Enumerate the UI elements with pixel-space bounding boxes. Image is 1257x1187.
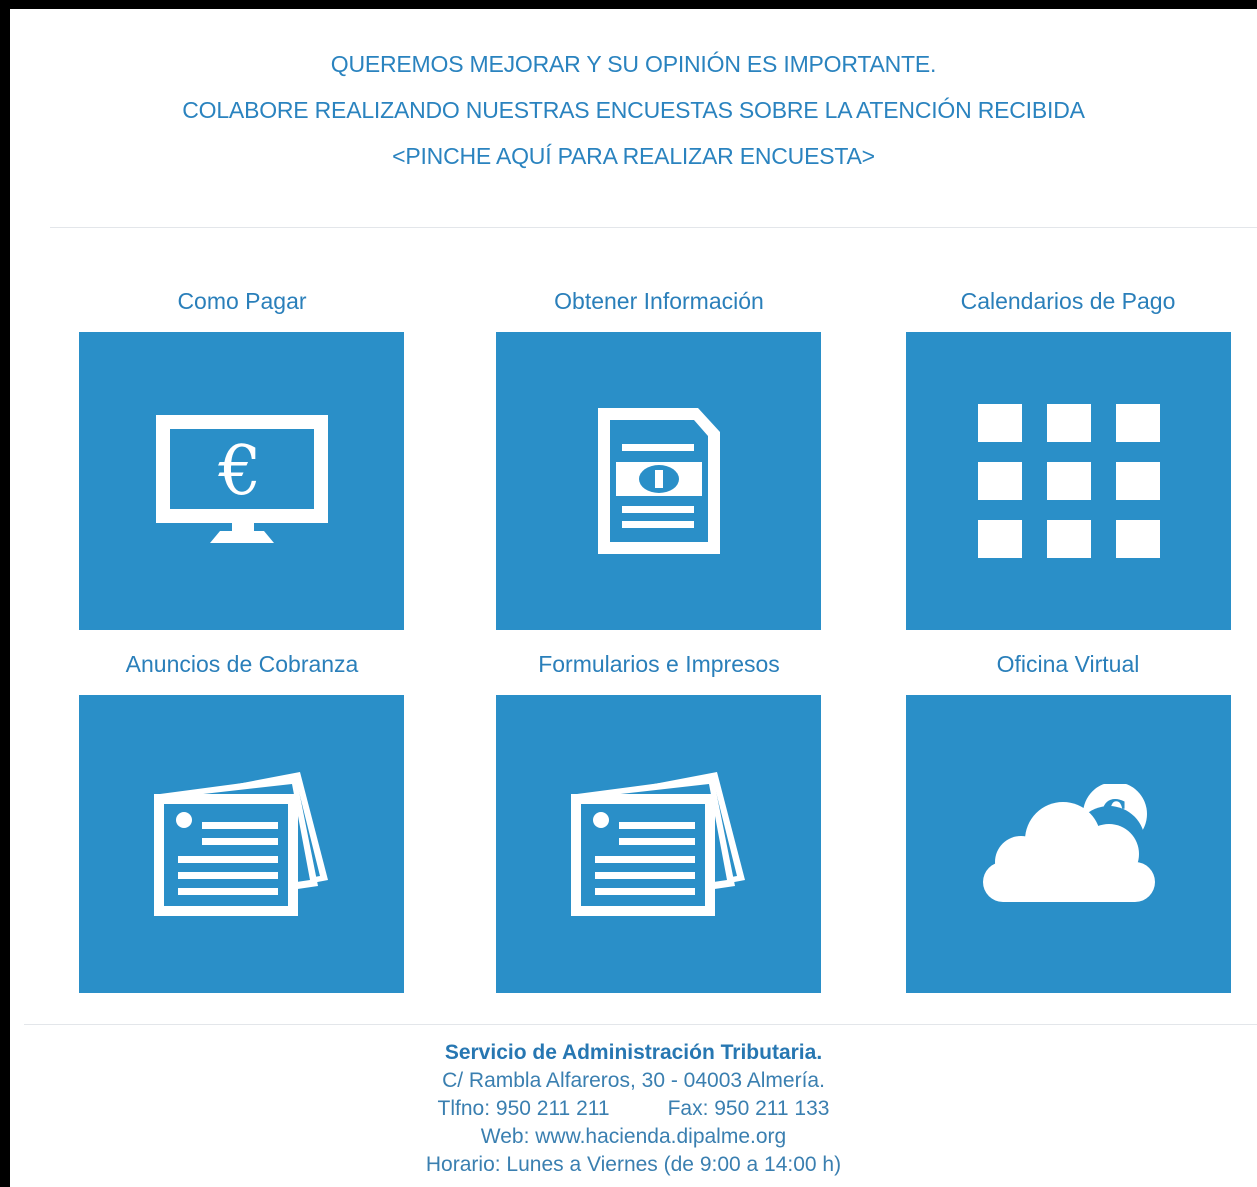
tile-formularios[interactable] [496, 695, 821, 993]
survey-link[interactable]: <PINCHE AQUÍ PARA REALIZAR ENCUESTA> [10, 143, 1257, 170]
tile-obtener-informacion[interactable] [496, 332, 821, 630]
tile-label-formularios: Formularios e Impresos [538, 651, 780, 677]
calendar-grid-icon [977, 404, 1160, 558]
tile-calendarios[interactable] [906, 332, 1231, 630]
org-name: Servicio de Administración Tributaria. [444, 1041, 823, 1064]
document-coin-icon [597, 408, 720, 554]
cloud-euro-icon: € [982, 784, 1155, 902]
monitor-euro-icon: € [155, 415, 328, 543]
page-frame: QUEREMOS MEJORAR Y SU OPINIÓN ES IMPORTA… [10, 9, 1257, 1187]
fax: Fax: 950 211 133 [667, 1097, 830, 1120]
phone: Tlfno: 950 211 211 [437, 1097, 610, 1120]
tile-oficina-virtual[interactable]: € [906, 695, 1231, 993]
tile-label-obtener-informacion: Obtener Información [554, 288, 764, 314]
newspaper-icon [153, 772, 328, 916]
forms-icon [570, 772, 745, 916]
footer-contact: Servicio de Administración Tributaria. C… [10, 1039, 1257, 1179]
top-divider [50, 227, 1257, 228]
website[interactable]: Web: www.hacienda.dipalme.org [10, 1123, 1257, 1151]
tile-label-calendarios: Calendarios de Pago [960, 288, 1176, 314]
tile-label-anuncios: Anuncios de Cobranza [125, 651, 359, 677]
tile-anuncios[interactable] [79, 695, 404, 993]
banner-line-1: QUEREMOS MEJORAR Y SU OPINIÓN ES IMPORTA… [330, 51, 937, 77]
bottom-divider [24, 1024, 1257, 1025]
banner-line-2: COLABORE REALIZANDO NUESTRAS ENCUESTAS S… [182, 97, 1085, 123]
svg-text:€: € [217, 432, 261, 511]
tile-como-pagar[interactable]: € [79, 332, 404, 630]
tile-label-oficina-virtual: Oficina Virtual [996, 651, 1140, 677]
address: C/ Rambla Alfareros, 30 - 04003 Almería. [442, 1069, 825, 1092]
tile-label-como-pagar: Como Pagar [177, 288, 307, 314]
phone-fax-line: Tlfno: 950 211 211 Fax: 950 211 133 [10, 1095, 1257, 1123]
opening-hours: Horario: Lunes a Viernes (de 9:00 a 14:0… [425, 1153, 842, 1176]
